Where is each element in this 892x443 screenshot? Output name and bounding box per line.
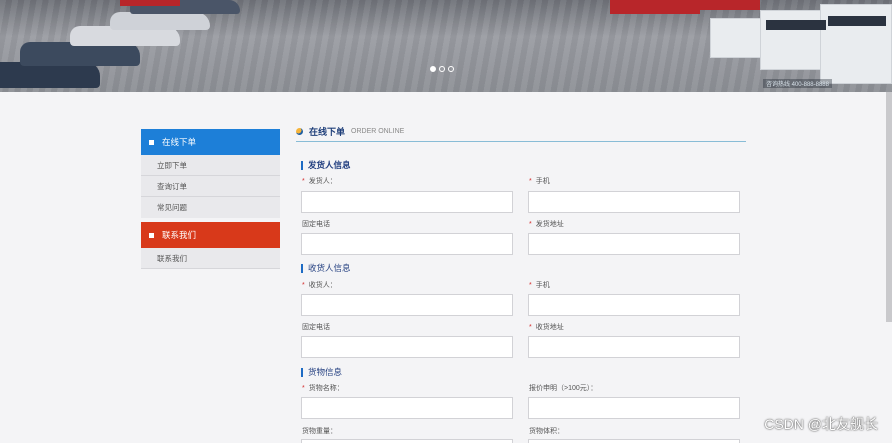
carousel-dot-1[interactable]: [430, 66, 436, 72]
required-mark: *: [529, 282, 532, 289]
truck-image: [610, 0, 700, 14]
truck-window: [766, 20, 826, 30]
goods-name-label: * 货物名称：: [302, 385, 344, 392]
carousel-dot-3[interactable]: [448, 66, 454, 72]
goods-name-input[interactable]: [301, 397, 513, 419]
page-title-en: ORDER ONLINE: [351, 128, 405, 135]
receiver-mobile-label: * 手机: [529, 282, 550, 289]
sidebar-item-place-order[interactable]: 立即下单: [141, 155, 280, 176]
sender-mobile-input[interactable]: [528, 191, 740, 213]
page-scrollbar[interactable]: [886, 92, 892, 322]
goods-volume-label: 货物体积：: [529, 428, 564, 435]
sender-name-input[interactable]: [301, 191, 513, 213]
receiver-address-label: * 收货地址: [529, 324, 564, 331]
hero-banner: 咨询热线 400-888-8888: [0, 0, 892, 92]
required-mark: *: [302, 385, 305, 392]
receiver-name-label: * 收货人：: [302, 282, 337, 289]
page-title: 在线下单: [309, 127, 346, 137]
sidebar-item-faq[interactable]: 常见问题: [141, 197, 280, 218]
section-title-sender: 发货人信息: [301, 161, 351, 170]
sender-address-input[interactable]: [528, 233, 740, 255]
receiver-name-input[interactable]: [301, 294, 513, 316]
sidebar-header-order[interactable]: 在线下单: [141, 129, 280, 155]
sender-address-label: * 发货地址: [529, 221, 564, 228]
section-title-receiver: 收货人信息: [301, 264, 351, 273]
required-mark: *: [529, 178, 532, 185]
sidebar: 在线下单 立即下单 查询订单 常见问题 联系我们 联系我们: [141, 129, 280, 269]
required-mark: *: [302, 282, 305, 289]
goods-value-input[interactable]: [528, 397, 740, 419]
sidebar-header-label: 在线下单: [162, 137, 197, 147]
sidebar-item-query-order[interactable]: 查询订单: [141, 176, 280, 197]
required-mark: *: [529, 221, 532, 228]
goods-weight-label: 货物重量：: [302, 428, 337, 435]
sender-mobile-label: * 手机: [529, 178, 550, 185]
banner-caption: 咨询热线 400-888-8888: [762, 79, 832, 88]
receiver-phone-input[interactable]: [301, 336, 513, 358]
goods-value-label: 报价申明（>100元）：: [529, 385, 598, 392]
section-title-goods: 货物信息: [301, 368, 342, 377]
sidebar-item-contact[interactable]: 联系我们: [141, 248, 280, 269]
receiver-address-input[interactable]: [528, 336, 740, 358]
goods-volume-input[interactable]: [528, 439, 740, 443]
square-bullet-icon: [149, 139, 154, 145]
carousel-dots: [430, 66, 454, 72]
goods-weight-input[interactable]: [301, 439, 513, 443]
title-bullet-icon: [296, 128, 303, 135]
truck-window: [828, 16, 886, 26]
main-content: 在线下单 ORDER ONLINE: [296, 122, 746, 142]
carousel-dot-2[interactable]: [439, 66, 445, 72]
receiver-mobile-input[interactable]: [528, 294, 740, 316]
truck-image: [120, 0, 180, 6]
sender-phone-label: 固定电话: [302, 221, 330, 228]
car-image: [110, 12, 210, 30]
sidebar-header-contact[interactable]: 联系我们: [141, 222, 280, 248]
sender-name-label: * 发货人：: [302, 178, 337, 185]
square-bullet-icon: [149, 232, 154, 238]
page-title-bar: 在线下单 ORDER ONLINE: [296, 122, 746, 142]
watermark: CSDN @北友舰长: [764, 416, 878, 432]
sidebar-header-label: 联系我们: [162, 230, 197, 240]
truck-image: [700, 0, 760, 10]
required-mark: *: [302, 178, 305, 185]
receiver-phone-label: 固定电话: [302, 324, 330, 331]
sender-phone-input[interactable]: [301, 233, 513, 255]
required-mark: *: [529, 324, 532, 331]
